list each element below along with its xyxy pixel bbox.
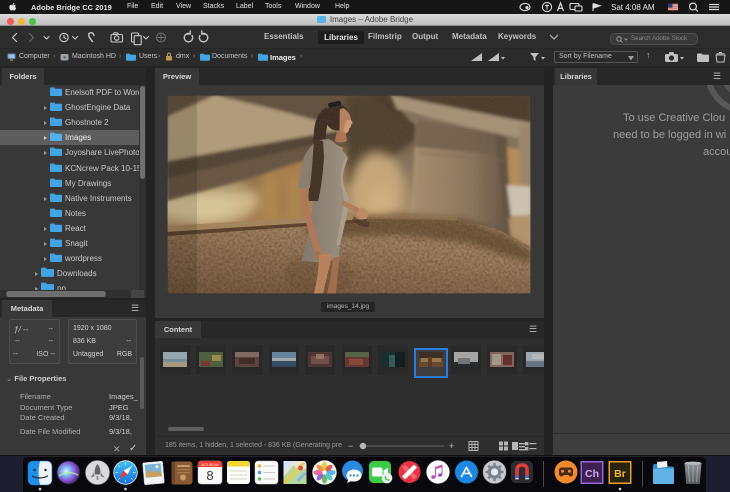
svg-text:Ch: Ch bbox=[585, 468, 599, 480]
svg-text:Sat 4:08 AM: Sat 4:08 AM bbox=[611, 3, 655, 12]
svg-text:SATURDAY: SATURDAY bbox=[201, 463, 220, 467]
svg-text:8: 8 bbox=[206, 468, 213, 483]
svg-text:Br: Br bbox=[614, 468, 626, 480]
